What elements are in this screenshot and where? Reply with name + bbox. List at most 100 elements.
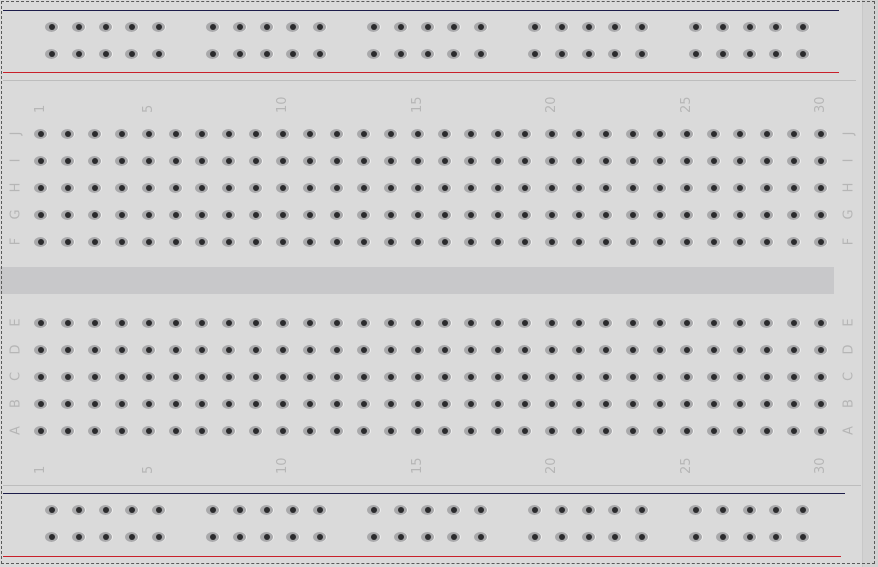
hole-e9[interactable] — [249, 318, 264, 328]
hole-e18[interactable] — [491, 318, 506, 328]
hole-i3[interactable] — [87, 156, 102, 166]
hole-i9[interactable] — [249, 156, 264, 166]
hole-i21[interactable] — [572, 156, 586, 166]
top-rail-hole[interactable] — [447, 22, 462, 32]
hole-d6[interactable] — [168, 345, 183, 355]
bottom-rail-hole[interactable] — [796, 505, 811, 515]
hole-f13[interactable] — [356, 237, 371, 247]
hole-f22[interactable] — [598, 237, 613, 247]
top-rail-hole[interactable] — [125, 49, 140, 59]
hole-b15[interactable] — [410, 399, 425, 409]
top-rail-hole[interactable] — [554, 49, 569, 59]
hole-a10[interactable] — [276, 426, 291, 436]
hole-g22[interactable] — [598, 210, 613, 220]
bottom-rail-hole[interactable] — [769, 505, 784, 515]
hole-g29[interactable] — [787, 210, 802, 220]
hole-c30[interactable] — [814, 372, 829, 382]
hole-i17[interactable] — [464, 156, 479, 166]
hole-g19[interactable] — [518, 210, 533, 220]
hole-f28[interactable] — [760, 237, 775, 247]
hole-h23[interactable] — [625, 183, 640, 193]
hole-j26[interactable] — [706, 129, 721, 139]
bottom-rail-hole[interactable] — [742, 505, 757, 515]
top-rail-hole[interactable] — [420, 22, 435, 32]
hole-h21[interactable] — [572, 183, 586, 193]
top-rail-hole[interactable] — [367, 22, 381, 32]
hole-b13[interactable] — [356, 399, 371, 409]
hole-b16[interactable] — [437, 399, 452, 409]
bottom-rail-hole[interactable] — [715, 532, 730, 542]
hole-j12[interactable] — [329, 129, 344, 139]
hole-h17[interactable] — [464, 183, 479, 193]
hole-j27[interactable] — [733, 129, 748, 139]
hole-d2[interactable] — [60, 345, 75, 355]
hole-b10[interactable] — [276, 399, 291, 409]
hole-c18[interactable] — [491, 372, 506, 382]
hole-f20[interactable] — [545, 237, 560, 247]
hole-a22[interactable] — [598, 426, 613, 436]
bottom-rail-hole[interactable] — [98, 505, 113, 515]
hole-e8[interactable] — [222, 318, 237, 328]
hole-f1[interactable] — [34, 237, 48, 247]
hole-h24[interactable] — [652, 183, 667, 193]
hole-d22[interactable] — [598, 345, 613, 355]
hole-j30[interactable] — [814, 129, 829, 139]
hole-g6[interactable] — [168, 210, 183, 220]
hole-j22[interactable] — [598, 129, 613, 139]
hole-b21[interactable] — [572, 399, 586, 409]
hole-d15[interactable] — [410, 345, 425, 355]
hole-i16[interactable] — [437, 156, 452, 166]
top-rail-hole[interactable] — [45, 49, 59, 59]
hole-d7[interactable] — [195, 345, 210, 355]
top-rail-hole[interactable] — [232, 49, 247, 59]
hole-a18[interactable] — [491, 426, 506, 436]
top-rail-hole[interactable] — [313, 22, 328, 32]
hole-i7[interactable] — [195, 156, 210, 166]
top-rail-hole[interactable] — [608, 22, 623, 32]
hole-j14[interactable] — [383, 129, 398, 139]
hole-d16[interactable] — [437, 345, 452, 355]
hole-g26[interactable] — [706, 210, 721, 220]
bottom-rail-hole[interactable] — [313, 532, 328, 542]
top-rail-hole[interactable] — [635, 22, 650, 32]
hole-i14[interactable] — [383, 156, 398, 166]
hole-i18[interactable] — [491, 156, 506, 166]
hole-h9[interactable] — [249, 183, 264, 193]
hole-d26[interactable] — [706, 345, 721, 355]
hole-h11[interactable] — [303, 183, 317, 193]
hole-c10[interactable] — [276, 372, 291, 382]
hole-f8[interactable] — [222, 237, 237, 247]
hole-a7[interactable] — [195, 426, 210, 436]
hole-i29[interactable] — [787, 156, 802, 166]
hole-f19[interactable] — [518, 237, 533, 247]
hole-d19[interactable] — [518, 345, 533, 355]
hole-f9[interactable] — [249, 237, 264, 247]
hole-e17[interactable] — [464, 318, 479, 328]
top-rail-hole[interactable] — [206, 49, 220, 59]
hole-e20[interactable] — [545, 318, 560, 328]
hole-g20[interactable] — [545, 210, 560, 220]
hole-a11[interactable] — [303, 426, 317, 436]
hole-e1[interactable] — [34, 318, 48, 328]
hole-f29[interactable] — [787, 237, 802, 247]
hole-a28[interactable] — [760, 426, 775, 436]
hole-f30[interactable] — [814, 237, 829, 247]
bottom-rail-hole[interactable] — [232, 505, 247, 515]
hole-j28[interactable] — [760, 129, 775, 139]
hole-f15[interactable] — [410, 237, 425, 247]
hole-g25[interactable] — [679, 210, 694, 220]
hole-a12[interactable] — [329, 426, 344, 436]
hole-e7[interactable] — [195, 318, 210, 328]
hole-h15[interactable] — [410, 183, 425, 193]
top-rail-hole[interactable] — [286, 22, 301, 32]
hole-c1[interactable] — [34, 372, 48, 382]
hole-h19[interactable] — [518, 183, 533, 193]
hole-i6[interactable] — [168, 156, 183, 166]
hole-d1[interactable] — [34, 345, 48, 355]
hole-h7[interactable] — [195, 183, 210, 193]
hole-f21[interactable] — [572, 237, 586, 247]
top-rail-hole[interactable] — [554, 22, 569, 32]
bottom-rail-hole[interactable] — [125, 532, 140, 542]
hole-i12[interactable] — [329, 156, 344, 166]
top-rail-hole[interactable] — [689, 49, 703, 59]
